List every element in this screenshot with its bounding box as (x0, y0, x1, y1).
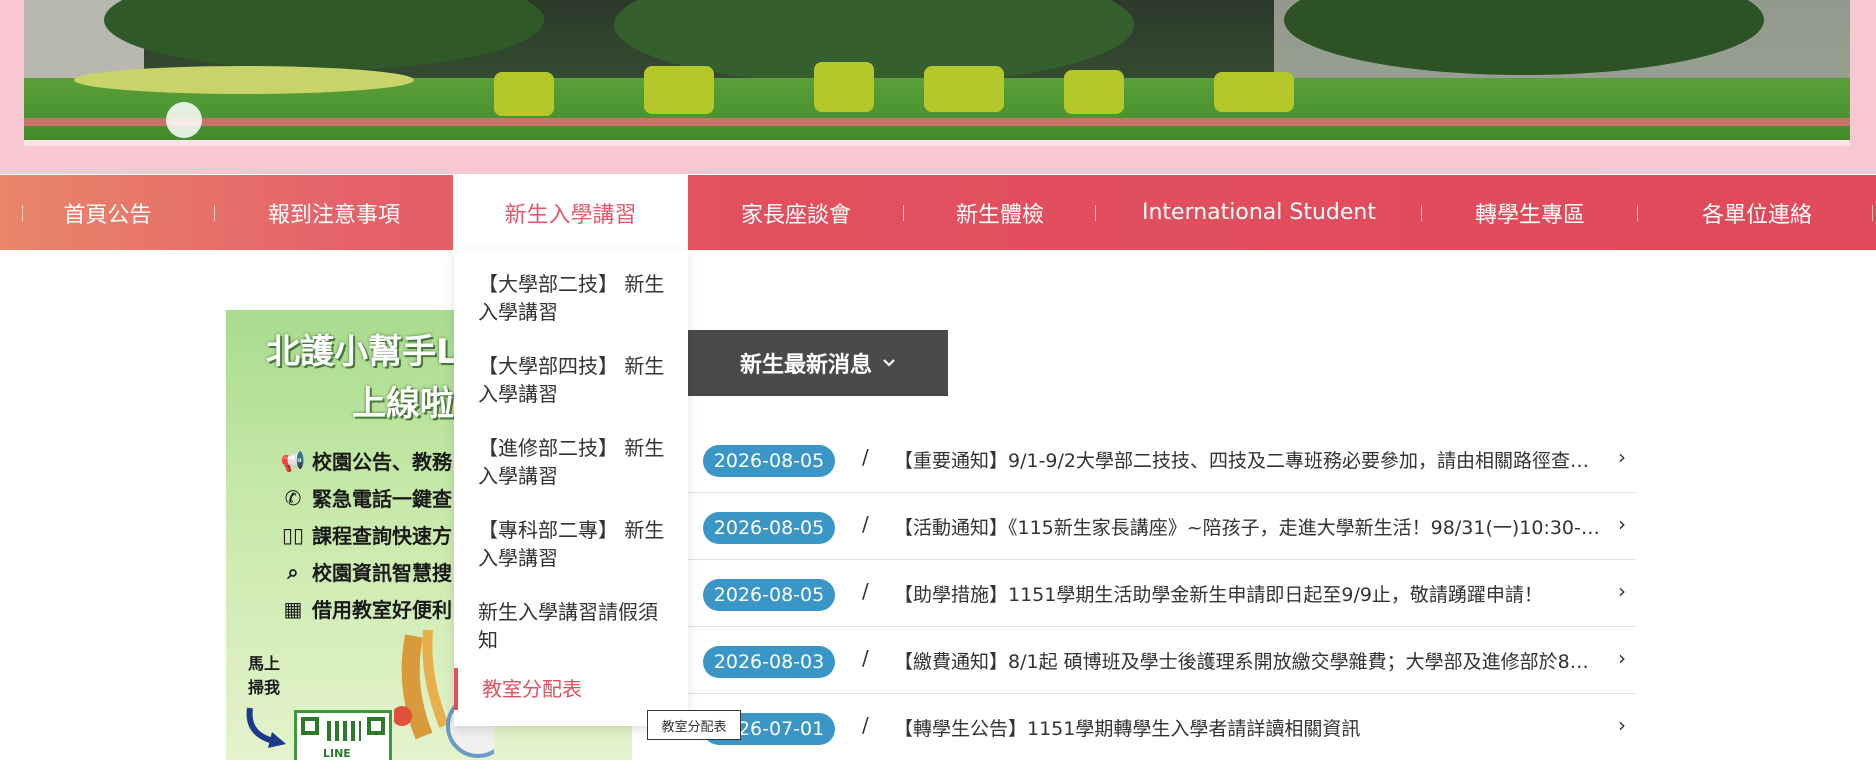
building-icon: ▦ (283, 596, 303, 621)
dropdown-item-university-4yr[interactable]: 【大學部四技】 新生入學講習 (478, 352, 674, 408)
nav-item-label: International Student (1141, 200, 1376, 225)
campus-banner-image (24, 0, 1850, 146)
news-title-link[interactable]: 【重要通知】9/1-9/2大學部二技技、四技及二專班務必要參加，請由相關路徑查詢… (894, 446, 1604, 473)
chevron-right-icon: › (1618, 512, 1626, 536)
qr-code: LINE (294, 710, 392, 760)
nav-item-label: 新生體檢 (955, 202, 1044, 228)
nav-item-transfer-students[interactable]: 轉學生專區 (1422, 175, 1638, 250)
news-row[interactable]: 2026-08-03 / 【繳費通知】8/1起 碩博班及學士後護理系開放繳交學雜… (688, 628, 1636, 694)
nav-item-label: 新生入學講習 (504, 202, 637, 228)
news-title-link[interactable]: 【助學措施】1151學期生活助學金新生申請即日起至9/9止，敬請踴躍申請！ (894, 580, 1604, 607)
separator: / (862, 445, 869, 469)
separator: / (862, 713, 869, 737)
news-title-link[interactable]: 【轉學生公告】1151學期轉學生入學者請詳讀相關資訊 (894, 714, 1604, 741)
promo-subtitle: 上線啦 (352, 384, 454, 424)
chevron-right-icon: › (1618, 646, 1626, 670)
nav-item-home-announcements[interactable]: 首頁公告 (0, 175, 215, 250)
dropdown-item-leave-notice[interactable]: 新生入學講習請假須知 (478, 598, 674, 654)
book-icon: ▯▯ (281, 522, 304, 547)
nav-item-registration-notes[interactable]: 報到注意事項 (215, 175, 454, 250)
chevron-right-icon: › (1618, 713, 1626, 737)
news-date-badge: 2026-08-05 (703, 579, 835, 611)
promo-feature: ✆ 緊急電話一鍵查 (280, 483, 452, 512)
news-title-link[interactable]: 【繳費通知】8/1起 碩博班及學士後護理系開放繳交學雜費；大學部及進修部於8月下… (894, 647, 1604, 674)
arrow-icon (246, 707, 286, 748)
nav-item-label: 首頁公告 (63, 202, 152, 228)
nav-item-freshman-orientation[interactable]: 新生入學講習 (453, 175, 688, 250)
main-nav: 首頁公告 報到注意事項 新生入學講習 家長座談會 新生體檢 Internatio… (0, 175, 1876, 250)
promo-feature: ▯▯ 課程查詢快速方 (281, 522, 452, 549)
nav-item-label: 各單位連絡 (1701, 202, 1812, 228)
dropdown-item-continuing-2yr[interactable]: 【進修部二技】 新生入學講習 (478, 434, 674, 490)
dropdown-item-university-2yr[interactable]: 【大學部二技】 新生入學講習 (478, 270, 674, 326)
chevron-right-icon: › (1618, 445, 1626, 469)
news-row[interactable]: 2026-08-05 / 【活動通知】《115新生家長講座》~陪孩子，走進大學新… (688, 494, 1636, 560)
news-date-badge: 2026-08-03 (703, 646, 835, 678)
news-row[interactable]: 2026-08-05 / 【助學措施】1151學期生活助學金新生申請即日起至9/… (688, 561, 1636, 627)
news-row[interactable]: 2026-07-01 / 【轉學生公告】1151學期轉學生入學者請詳讀相關資訊 … (688, 695, 1636, 760)
promo-feature: 📢 校園公告、教務 (280, 448, 452, 475)
freshman-orientation-dropdown: 【大學部二技】 新生入學講習 【大學部四技】 新生入學講習 【進修部二技】 新生… (454, 250, 688, 726)
search-icon: ⌕ (287, 559, 299, 584)
dropdown-item-classroom-allocation[interactable]: 教室分配表 (482, 675, 678, 703)
news-title-link[interactable]: 【活動通知】《115新生家長講座》~陪孩子，走進大學新生活！98/31(一)10… (894, 513, 1604, 540)
dropdown-item-junior-college-2yr[interactable]: 【專科部二專】 新生入學講習 (478, 516, 674, 572)
megaphone-icon: 📢 (280, 448, 306, 473)
tooltip: 教室分配表 (647, 710, 741, 740)
news-row[interactable]: 2026-08-05 / 【重要通知】9/1-9/2大學部二技技、四技及二專班務… (688, 427, 1636, 493)
news-date-badge: 2026-08-05 (703, 445, 835, 477)
separator: / (862, 512, 869, 536)
news-date-badge: 2026-08-05 (703, 512, 835, 544)
separator: / (862, 579, 869, 603)
news-tab-label: 新生最新消息 (739, 353, 872, 378)
nav-item-label: 報到注意事項 (267, 202, 400, 228)
phone-icon: ✆ (284, 485, 302, 510)
chevron-down-icon (883, 359, 895, 367)
nav-item-label: 轉學生專區 (1474, 202, 1585, 228)
nav-item-parents-meeting[interactable]: 家長座談會 (688, 175, 904, 250)
nav-item-health-check[interactable]: 新生體檢 (904, 175, 1096, 250)
chevron-right-icon: › (1618, 579, 1626, 603)
promo-feature: ⌕ 校園資訊智慧搜 (280, 557, 452, 586)
scan-me-text: 馬上 掃我 (248, 654, 281, 697)
nav-item-label: 家長座談會 (740, 202, 851, 228)
promo-title: 北護小幫手L (266, 332, 458, 372)
separator: / (862, 646, 869, 670)
qr-caption: LINE (323, 747, 351, 760)
nav-item-international-student[interactable]: International Student (1096, 175, 1422, 250)
page: 首頁公告 報到注意事項 新生入學講習 家長座談會 新生體檢 Internatio… (0, 0, 1876, 760)
nav-item-unit-contacts[interactable]: 各單位連絡 (1638, 175, 1876, 250)
active-indicator-bar (454, 668, 458, 710)
news-tab-freshman-latest[interactable]: 新生最新消息 (688, 330, 948, 396)
promo-feature: ▦ 借用教室好便利 (280, 594, 452, 623)
